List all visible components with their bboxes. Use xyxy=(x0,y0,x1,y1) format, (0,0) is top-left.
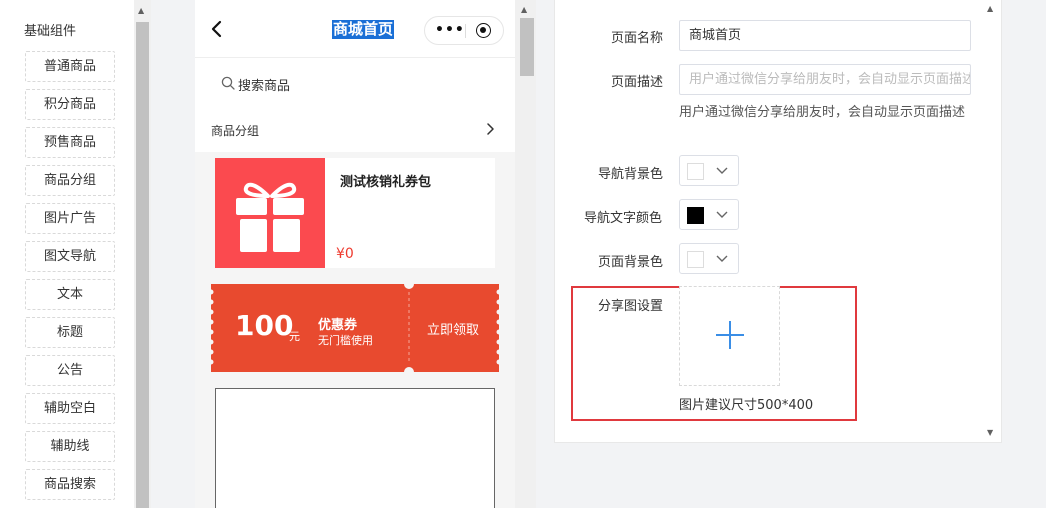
component-image-ad[interactable]: 图片广告 xyxy=(25,203,115,234)
coupon-unit: 元 xyxy=(289,330,300,343)
scroll-up-arrow-icon[interactable]: ▲ xyxy=(521,5,527,14)
component-points-product[interactable]: 积分商品 xyxy=(25,89,115,120)
component-regular-product[interactable]: 普通商品 xyxy=(25,51,115,82)
share-image-label: 分享图设置 xyxy=(598,299,664,314)
component-heading[interactable]: 标题 xyxy=(25,317,115,348)
page-bg-color-picker[interactable] xyxy=(679,243,739,274)
nav-bg-color-swatch xyxy=(687,163,704,180)
page-description-hint: 用户通过微信分享给朋友时，会自动显示页面描述 xyxy=(679,105,966,120)
page-description-input[interactable]: 用户通过微信分享给朋友时，会自动显示页面描述 xyxy=(679,64,971,95)
component-image-text-nav[interactable]: 图文导航 xyxy=(25,241,115,272)
nav-bg-color-picker[interactable] xyxy=(679,155,739,186)
coupon-description: 无门槛使用 xyxy=(318,334,373,347)
scroll-up-arrow-icon[interactable]: ▲ xyxy=(987,4,993,13)
phone-nav-bar: 商城首页 ••• xyxy=(195,0,515,58)
component-product-group[interactable]: 商品分组 xyxy=(25,165,115,196)
search-placeholder: 搜索商品 xyxy=(238,79,291,94)
page-bg-color-label: 页面背景色 xyxy=(598,255,664,270)
scrollbar-thumb[interactable] xyxy=(520,18,534,76)
product-group-row[interactable]: 商品分组 xyxy=(195,116,515,152)
page-name-input[interactable]: 商城首页 xyxy=(679,20,971,51)
nav-bg-color-label: 导航背景色 xyxy=(598,167,664,182)
component-notice[interactable]: 公告 xyxy=(25,355,115,386)
mini-program-capsule[interactable]: ••• xyxy=(424,16,504,45)
nav-text-color-picker[interactable] xyxy=(679,199,739,230)
share-image-upload[interactable] xyxy=(679,286,780,386)
capsule-divider xyxy=(465,24,466,38)
component-presale-product[interactable]: 预售商品 xyxy=(25,127,115,158)
phone-preview-scrollbar[interactable]: ▲ xyxy=(515,0,536,508)
empty-component-block[interactable] xyxy=(215,388,495,508)
chevron-down-icon xyxy=(716,211,728,218)
coupon-amount: 100 xyxy=(235,309,294,342)
component-panel: 基础组件 普通商品 积分商品 预售商品 商品分组 图片广告 图文导航 文本 标题… xyxy=(0,0,134,508)
upload-size-hint: 图片建议尺寸500*400 xyxy=(679,398,814,413)
page-name-label: 页面名称 xyxy=(611,31,664,46)
nav-text-color-swatch xyxy=(687,207,704,224)
product-price: ¥0 xyxy=(336,246,354,262)
component-panel-scrollbar[interactable]: ▲ xyxy=(134,0,151,508)
component-spacer[interactable]: 辅助空白 xyxy=(25,393,115,424)
search-icon xyxy=(221,76,235,90)
target-icon[interactable] xyxy=(476,23,491,38)
chevron-down-icon xyxy=(716,255,728,262)
page-bg-color-swatch xyxy=(687,251,704,268)
chevron-left-icon[interactable] xyxy=(209,20,225,38)
more-icon[interactable]: ••• xyxy=(435,21,464,39)
component-product-search[interactable]: 商品搜索 xyxy=(25,469,115,500)
scroll-down-arrow-icon[interactable]: ▼ xyxy=(987,428,993,437)
gift-icon xyxy=(236,182,304,252)
claim-coupon-button[interactable]: 立即领取 xyxy=(427,319,479,338)
plus-icon xyxy=(716,321,744,349)
product-group-label: 商品分组 xyxy=(211,124,260,138)
scrollbar-thumb[interactable] xyxy=(136,22,149,508)
nav-text-color-label: 导航文字颜色 xyxy=(584,211,663,226)
page-description-label: 页面描述 xyxy=(611,75,664,90)
product-image xyxy=(215,158,325,268)
product-name: 测试核销礼券包 xyxy=(340,175,432,190)
coupon-title: 优惠券 xyxy=(318,318,358,333)
chevron-right-icon xyxy=(487,123,494,135)
scroll-up-arrow-icon[interactable]: ▲ xyxy=(138,6,144,15)
product-card[interactable]: 测试核销礼券包 ¥0 xyxy=(215,158,495,268)
page-settings-panel: 页面名称 商城首页 页面描述 用户通过微信分享给朋友时，会自动显示页面描述 用户… xyxy=(554,0,1002,443)
phone-nav-title: 商城首页 xyxy=(332,20,395,39)
chevron-down-icon xyxy=(716,167,728,174)
component-divider-line[interactable]: 辅助线 xyxy=(25,431,115,462)
component-text[interactable]: 文本 xyxy=(25,279,115,310)
phone-preview: 商城首页 ••• 搜索商品 商品分组 测试核销礼券包 ¥0 100 元 优惠券 … xyxy=(195,0,515,508)
component-panel-title: 基础组件 xyxy=(24,24,77,39)
coupon-card[interactable]: 100 元 优惠券 无门槛使用 立即领取 xyxy=(211,284,499,372)
